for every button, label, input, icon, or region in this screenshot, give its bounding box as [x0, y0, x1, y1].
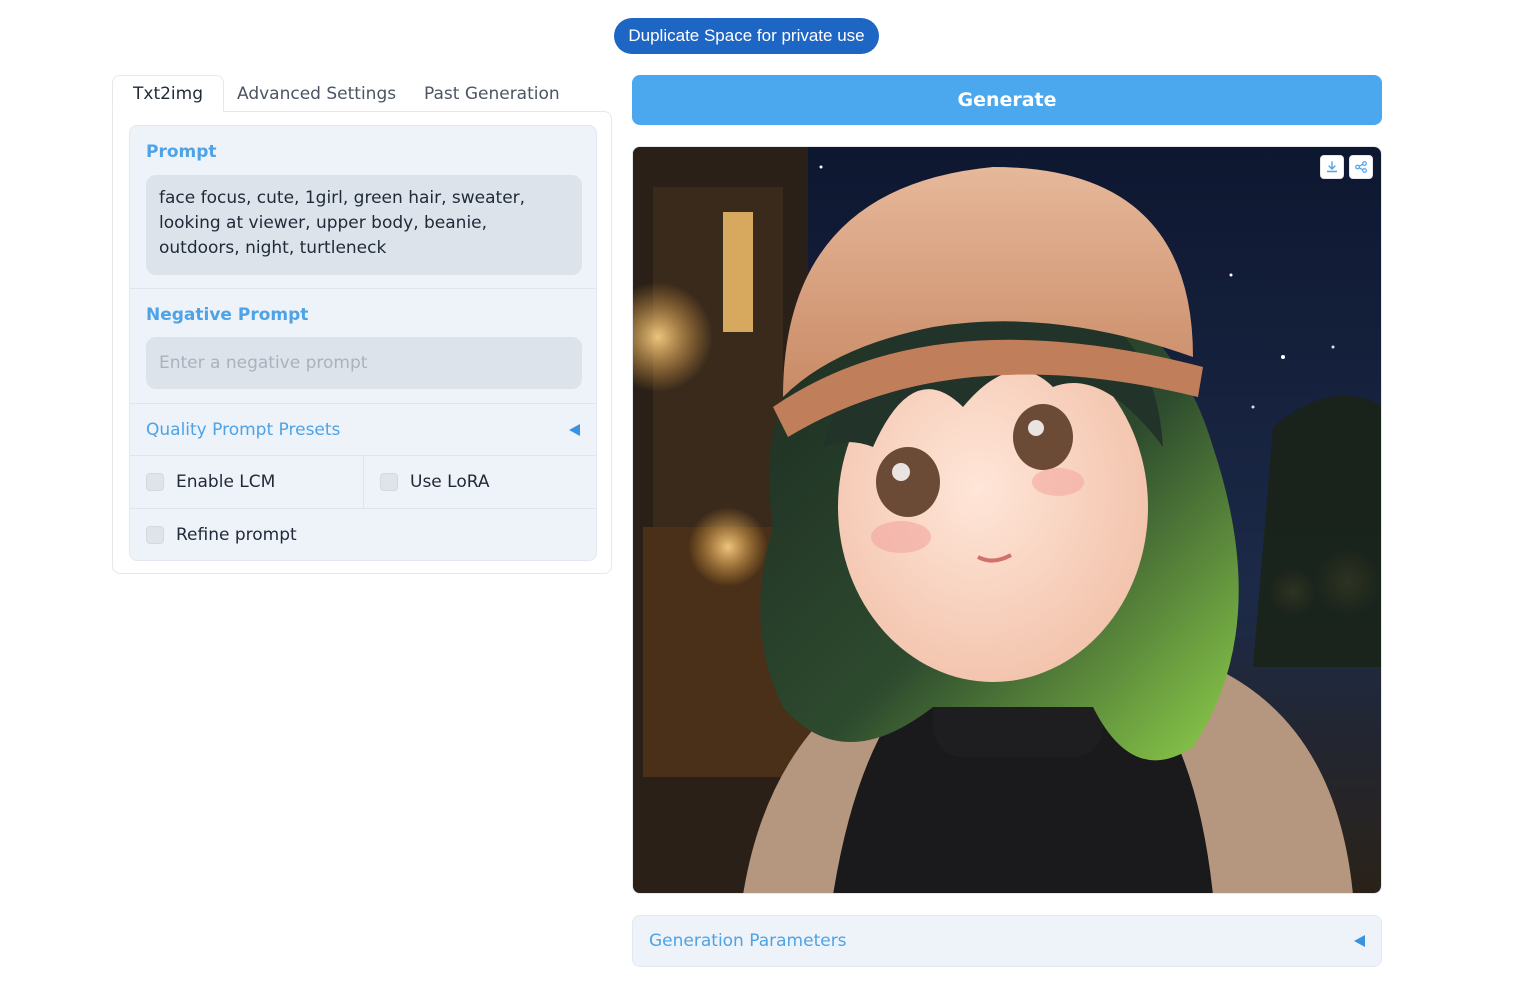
divider [363, 456, 364, 508]
image-actions [1320, 155, 1373, 179]
generation-parameters-accordion[interactable]: Generation Parameters [632, 915, 1382, 967]
use-lora-label: Use LoRA [410, 472, 490, 492]
download-icon[interactable] [1320, 155, 1344, 179]
tab-bar: Txt2img Advanced Settings Past Generatio… [112, 75, 612, 112]
txt2img-panel: Prompt face focus, cute, 1girl, green ha… [112, 111, 612, 574]
tab-advanced-settings[interactable]: Advanced Settings [237, 75, 396, 112]
enable-lcm-label: Enable LCM [176, 472, 276, 492]
tab-past-generation[interactable]: Past Generation [424, 75, 560, 112]
quality-prompt-presets-label: Quality Prompt Presets [146, 419, 341, 440]
use-lora-checkbox-row[interactable]: Use LoRA [380, 456, 490, 508]
duplicate-space-button[interactable]: Duplicate Space for private use [614, 18, 879, 54]
tab-txt2img[interactable]: Txt2img [112, 75, 225, 112]
generation-parameters-label: Generation Parameters [649, 931, 847, 951]
prompt-label: Prompt [146, 142, 217, 162]
collapse-arrow-icon [569, 423, 580, 436]
generated-image [632, 146, 1382, 894]
negative-prompt-input[interactable] [146, 337, 582, 389]
collapse-arrow-icon [1354, 935, 1365, 947]
generate-button[interactable]: Generate [632, 75, 1382, 125]
negative-prompt-label: Negative Prompt [146, 305, 309, 325]
refine-prompt-label: Refine prompt [176, 525, 297, 545]
use-lora-checkbox[interactable] [380, 473, 398, 491]
refine-prompt-checkbox[interactable] [146, 526, 164, 544]
divider [130, 288, 596, 289]
quality-prompt-presets-accordion[interactable]: Quality Prompt Presets [130, 404, 596, 455]
enable-lcm-checkbox-row[interactable]: Enable LCM [146, 456, 275, 508]
refine-prompt-checkbox-row[interactable]: Refine prompt [146, 509, 297, 560]
share-icon[interactable] [1349, 155, 1373, 179]
anime-girl-illustration [633, 147, 1381, 893]
prompt-textarea[interactable]: face focus, cute, 1girl, green hair, swe… [146, 175, 582, 275]
enable-lcm-checkbox[interactable] [146, 473, 164, 491]
prompt-form: Prompt face focus, cute, 1girl, green ha… [129, 125, 597, 561]
